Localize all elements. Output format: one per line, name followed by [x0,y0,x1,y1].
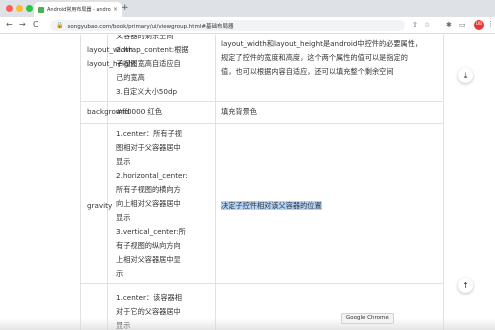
tab-close-icon[interactable]: × [113,6,118,13]
dock-shadow [0,318,495,330]
value-line: 子视图宽高自适应自 [116,59,181,68]
description-line: 规定了控件的宽度和高度，这个两个属性的值可以是指定的 [221,53,408,62]
value-line: 所有子视图的横向方 [116,185,181,194]
page-content: layout_width layout_height 父容器的剩余空间 2.wr… [0,35,495,330]
minimize-window-button[interactable] [16,5,23,12]
attr-value: #ff0000 红色 [116,107,162,116]
value-line: 2.wrap_content:根据 [116,45,189,54]
value-line: 3.自定义大小50dp [116,87,178,96]
reload-button[interactable]: C [33,19,39,31]
browser-toolbar: ← → C 🔒 songyubao.com/book/primary/ui/vi… [0,17,495,34]
value-line: 显示 [116,213,131,222]
value-line: 1.center：该容器相 [116,293,182,302]
table-cell-description: layout_width和layout_height是android中控件的必要… [221,37,422,79]
zoom-window-button[interactable] [26,5,33,12]
description-line: layout_width和layout_height是android中控件的必要… [221,39,423,48]
table-border [443,35,444,330]
value-line: 上相对父容器居中显 [116,255,181,264]
table-border [80,35,81,330]
value-line: 示 [116,269,124,278]
value-line: 图相对于父容器居中 [116,143,181,152]
tab-title: Android常用布局器 - andro… [47,7,111,13]
description-line: 值，也可以根据内容自适应，还可以填充整个剩余空间 [221,67,394,76]
value-line: 2.horizontal_center: [116,171,188,180]
tooltip: Google Chrome [341,313,394,324]
menu-icon[interactable]: ⋮ [487,20,494,28]
close-window-button[interactable] [6,5,13,12]
url-text: songyubao.com/book/primary/ui/viewgroup.… [67,23,234,30]
value-line: 3.vertical_center:所 [116,227,186,236]
browser-tab[interactable]: Android常用布局器 - andro… × [34,2,122,17]
attr-description: 填充背景色 [221,107,257,116]
value-line: 向上相对父容器居中 [116,199,181,208]
table-cell-values: 1.center：所有子视 图相对于父容器居中 显示 2.horizontal_… [116,127,188,281]
table-border [80,283,444,284]
new-tab-button[interactable]: + [121,3,129,13]
favicon-icon [38,6,44,13]
table-border [80,101,444,102]
value-line: 对于它的父容器居中 [116,307,181,316]
value-line: 显示 [116,157,131,166]
table-border [80,123,444,124]
table-border [107,35,108,330]
tab-bar: Android常用布局器 - andro… × + [0,0,495,17]
attr-name: gravity [87,201,113,210]
value-line: 1.center：所有子视 [116,129,182,138]
forward-button[interactable]: → [19,19,26,31]
value-line: 父容器的剩余空间 [116,35,174,40]
selected-text[interactable]: 决定子控件相对该父容器的位置 [221,201,322,210]
attr-description: 决定子控件相对该父容器的位置 [221,199,322,213]
lock-icon[interactable]: 🔒 [56,22,63,29]
extensions-icon[interactable]: ✱ [446,21,452,30]
address-bar[interactable]: 🔒 songyubao.com/book/primary/ui/viewgrou… [50,20,405,31]
value-line: 有子视图的纵向方向 [116,241,181,250]
bookmark-star-icon[interactable]: ☆ [424,21,430,30]
back-to-top-button[interactable]: ↑ [458,278,473,293]
reading-list-icon[interactable]: ▭ [459,21,466,30]
download-icon[interactable]: ⤓ [458,68,473,83]
share-icon[interactable]: ⇧ [412,21,418,30]
table-border [215,35,216,330]
back-button[interactable]: ← [6,19,13,31]
table-cell-values: 父容器的剩余空间 2.wrap_content:根据 子视图宽高自适应自 己的宽… [116,35,189,99]
value-line: 己的宽高 [116,73,145,82]
avatar[interactable]: UB [474,20,484,30]
